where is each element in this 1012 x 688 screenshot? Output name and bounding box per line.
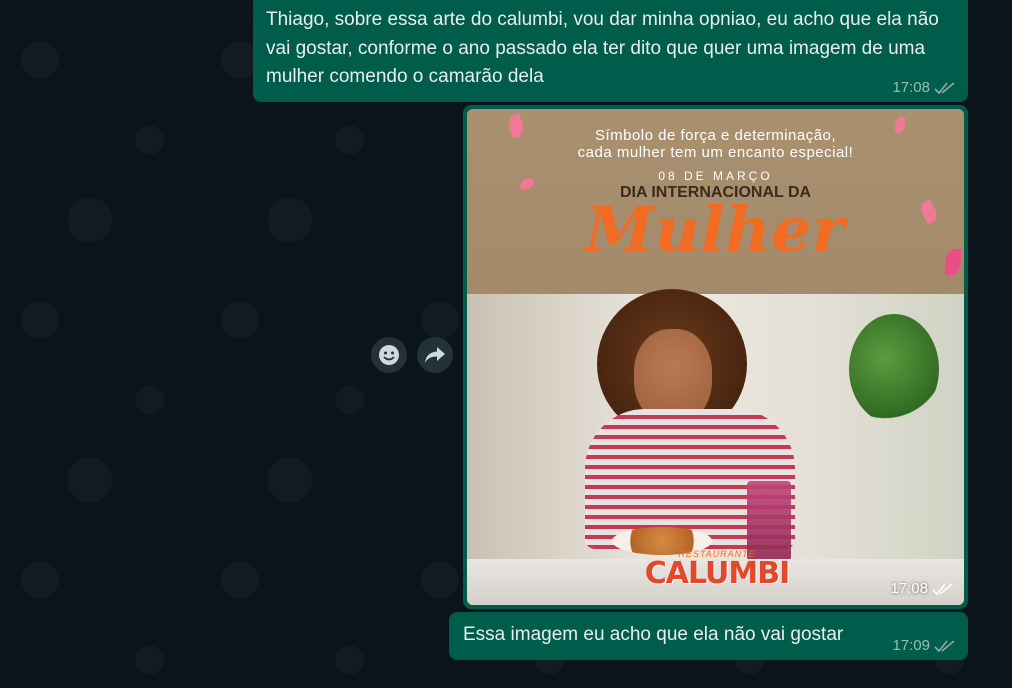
message-text: Essa imagem eu acho que ela não vai gost…	[463, 624, 844, 645]
poster-tagline: Símbolo de força e determinação, cada mu…	[467, 127, 964, 161]
forward-button[interactable]	[417, 337, 453, 373]
outgoing-message[interactable]: Essa imagem eu acho que ela não vai gost…	[449, 612, 968, 660]
read-ticks-icon	[934, 81, 955, 94]
message-time: 17:09	[892, 637, 930, 654]
plant-decoration	[849, 314, 939, 424]
message-meta: 17:08	[890, 580, 954, 597]
message-time: 17:08	[892, 79, 930, 96]
poster-tagline-line1: Símbolo de força e determinação,	[594, 127, 837, 144]
message-time: 17:08	[890, 580, 928, 597]
poster-image[interactable]: Símbolo de força e determinação, cada mu…	[467, 109, 964, 605]
poster-tagline-line2: cada mulher tem um encanto especial!	[577, 144, 854, 161]
message-meta: 17:09	[892, 637, 956, 654]
message-text: Thiago, sobre essa arte do calumbi, vou …	[266, 9, 939, 87]
react-button[interactable]	[371, 337, 407, 373]
forward-icon	[425, 347, 445, 363]
emoji-icon	[379, 345, 399, 365]
outgoing-image-message[interactable]: Símbolo de força e determinação, cada mu…	[463, 105, 968, 609]
poster-date: 08 DE MARÇO	[658, 169, 773, 183]
logo-name: CALUMBI	[644, 556, 791, 591]
read-ticks-icon	[934, 639, 955, 652]
outgoing-message[interactable]: Thiago, sobre essa arte do calumbi, vou …	[253, 0, 968, 102]
poster-script-title: Mulher	[585, 193, 846, 266]
message-meta: 17:08	[892, 79, 956, 96]
restaurant-logo: RESTAURANTE CALUMBI	[637, 549, 797, 589]
message-hover-actions	[371, 337, 453, 373]
read-ticks-icon	[932, 582, 953, 595]
